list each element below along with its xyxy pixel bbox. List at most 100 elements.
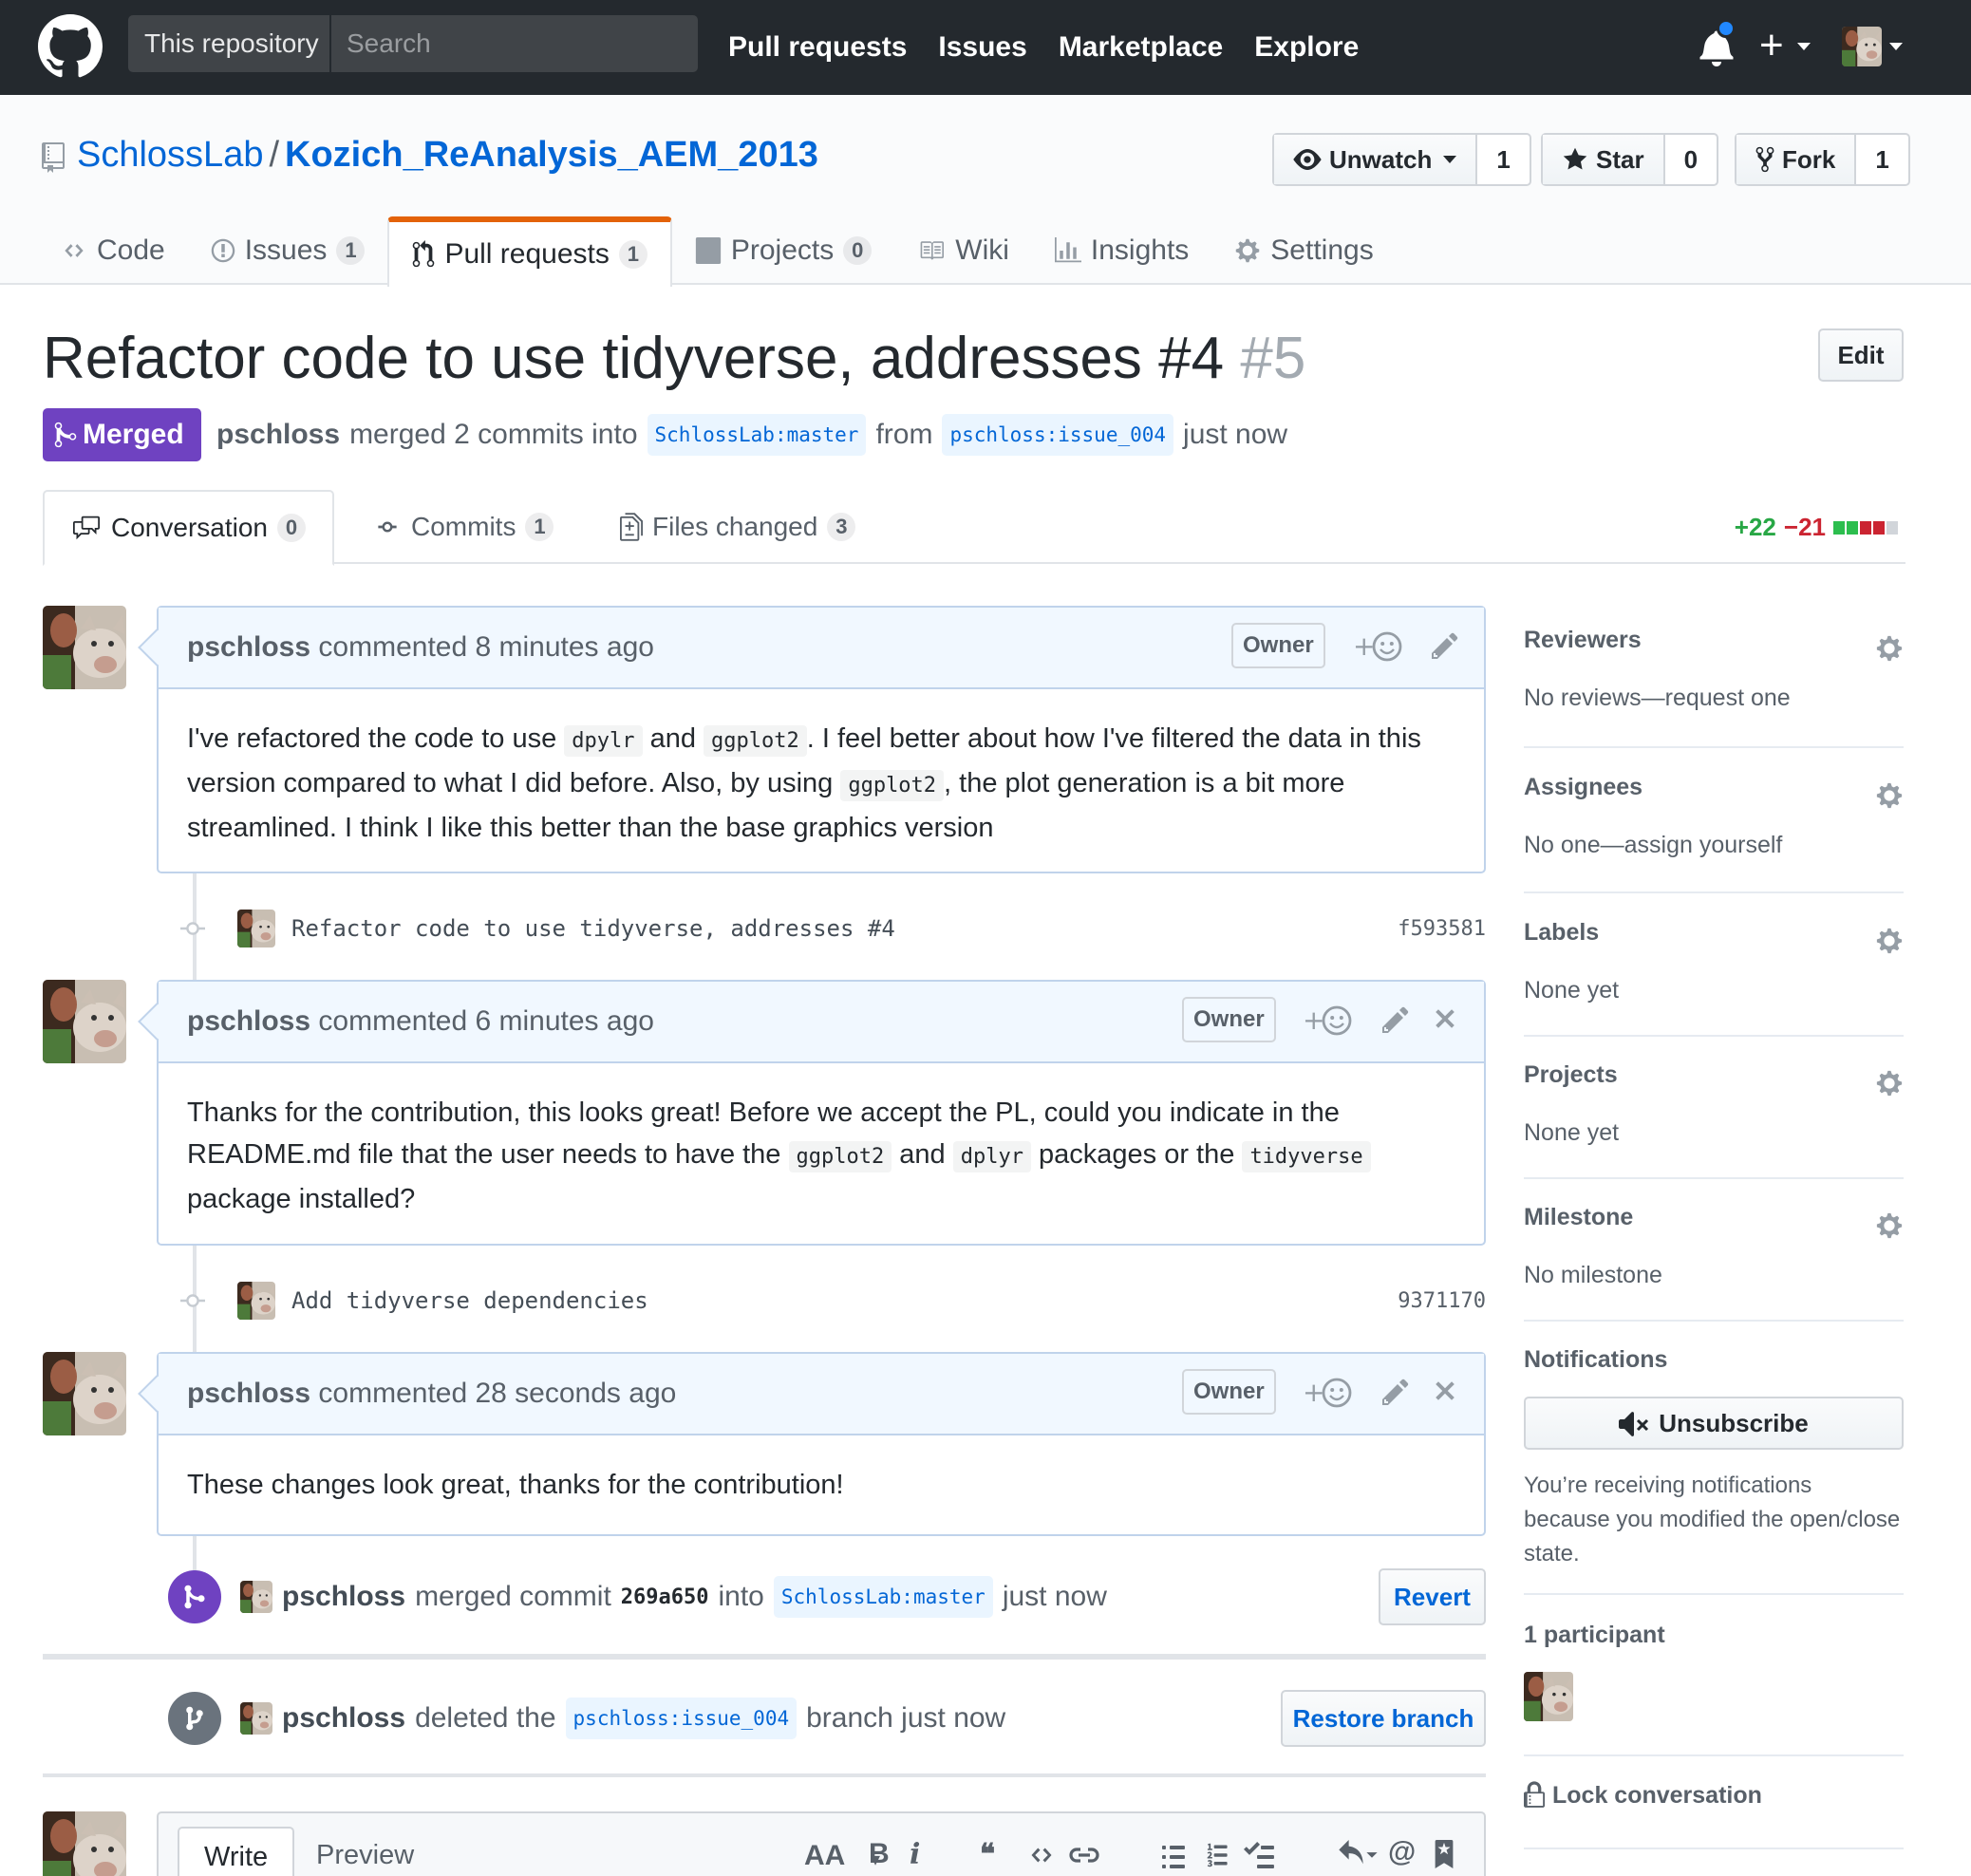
avatar[interactable] [237,910,275,947]
comment-timestamp[interactable]: commented 6 minutes ago [318,1005,654,1038]
lock-conversation-link[interactable]: Lock conversation [1524,1781,1904,1810]
reply-icon[interactable] [1337,1840,1379,1868]
add-reaction-icon[interactable]: + [1303,1377,1354,1409]
tab-projects[interactable]: Projects 0 [672,216,894,285]
merge-target-branch[interactable]: SchlossLab:master [773,1576,993,1618]
base-branch[interactable]: SchlossLab:master [647,414,867,456]
issues-count-badge: 1 [336,236,366,265]
commit-message-link[interactable]: Refactor code to use tidyverse, addresse… [291,915,895,942]
mention-icon[interactable]: @ [1388,1836,1416,1868]
unsubscribe-button[interactable]: Unsubscribe [1524,1397,1904,1450]
reviewers-gear-icon[interactable] [1875,634,1904,663]
tab-pull-requests[interactable]: Pull requests 1 [387,216,672,287]
tab-settings[interactable]: Settings [1211,216,1396,285]
italic-button[interactable]: i [910,1838,920,1871]
projects-gear-icon[interactable] [1875,1069,1904,1097]
tab-files-changed-label: Files changed [652,512,818,541]
participant-avatar[interactable] [1524,1672,1573,1721]
avatar[interactable] [43,606,126,689]
sidebar-projects: Projects None yet [1524,1061,1904,1179]
create-new-caret-icon[interactable] [1797,43,1811,50]
star-button[interactable]: Star [1543,135,1665,184]
tab-preview[interactable]: Preview [291,1827,439,1876]
link-icon[interactable] [1069,1844,1099,1867]
repo-owner-link[interactable]: SchlossLab [77,135,263,175]
labels-gear-icon[interactable] [1875,927,1904,955]
commit-message-link[interactable]: Add tidyverse dependencies [291,1287,648,1314]
create-new-plus-icon[interactable]: + [1759,21,1784,70]
nav-marketplace[interactable]: Marketplace [1059,31,1223,64]
delete-event-time[interactable]: branch just now [806,1702,1005,1735]
deleted-branch[interactable]: pschloss:issue_004 [565,1698,798,1739]
tab-insights[interactable]: Insights [1032,216,1211,285]
edit-pencil-icon[interactable] [1431,630,1459,661]
delete-x-icon[interactable] [1433,1377,1457,1405]
assignees-value[interactable]: No one—assign yourself [1524,832,1904,859]
pr-author-link[interactable]: pschloss [216,419,340,451]
tab-wiki[interactable]: Wiki [894,216,1032,285]
event-author-link[interactable]: pschloss [282,1581,405,1613]
commit-sha-link[interactable]: 9371170 [1398,1289,1486,1313]
restore-branch-button[interactable]: Restore branch [1281,1690,1486,1747]
comment-timestamp[interactable]: commented 28 seconds ago [318,1378,676,1410]
nav-explore[interactable]: Explore [1254,31,1359,64]
watch-button-group: Unwatch 1 [1272,133,1531,186]
github-logo-icon[interactable] [38,14,103,79]
add-reaction-icon[interactable]: + [1353,630,1404,663]
watchers-count[interactable]: 1 [1477,135,1529,184]
commit-sha-link[interactable]: f593581 [1398,917,1486,941]
event-author-link[interactable]: pschloss [282,1702,405,1735]
quote-icon[interactable]: ❝ [980,1838,995,1871]
unordered-list-icon[interactable] [1160,1842,1187,1868]
unwatch-button[interactable]: Unwatch [1274,135,1478,184]
tab-files-changed[interactable]: Files changed 3 [620,490,856,564]
stargazers-count[interactable]: 0 [1665,135,1717,184]
edit-pencil-icon[interactable] [1381,1004,1410,1035]
tab-conversation[interactable]: Conversation 0 [43,490,334,566]
bold-button[interactable]: B [869,1838,890,1870]
eye-icon [1293,149,1322,170]
milestone-gear-icon[interactable] [1875,1211,1904,1240]
merged-commits-text: merged 2 commits into [349,419,638,450]
sidebar-milestone: Milestone No milestone [1524,1204,1904,1322]
code-icon[interactable] [1027,1844,1056,1867]
repo-name-link[interactable]: Kozich_ReAnalysis_AEM_2013 [285,135,818,175]
mute-icon [1619,1410,1649,1436]
reviewers-value[interactable]: No reviews—request one [1524,685,1904,712]
revert-button[interactable]: Revert [1379,1568,1486,1625]
merge-event-time[interactable]: just now [1003,1581,1107,1613]
edit-pencil-icon[interactable] [1381,1377,1410,1407]
nav-pull-requests[interactable]: Pull requests [728,31,907,64]
nav-issues[interactable]: Issues [938,31,1026,64]
user-avatar[interactable] [1842,27,1882,66]
tab-issues[interactable]: Issues 1 [188,216,388,285]
fork-button[interactable]: Fork [1736,135,1857,184]
edit-title-button[interactable]: Edit [1818,328,1904,382]
tab-code[interactable]: Code [38,216,188,285]
search-scope-label[interactable]: This repository [128,15,331,72]
head-branch[interactable]: pschloss:issue_004 [942,414,1174,456]
comment-author-link[interactable]: pschloss [187,631,310,664]
forks-count[interactable]: 1 [1856,135,1907,184]
merge-commit-sha-link[interactable]: 269a650 [621,1585,709,1609]
add-reaction-icon[interactable]: + [1303,1004,1354,1037]
assignees-gear-icon[interactable] [1875,781,1904,810]
tab-write[interactable]: Write [178,1827,295,1876]
comment-timestamp[interactable]: commented 8 minutes ago [318,631,654,664]
delete-x-icon[interactable] [1433,1004,1457,1033]
comment-author-link[interactable]: pschloss [187,1005,310,1038]
comment-author-link[interactable]: pschloss [187,1378,310,1410]
avatar[interactable] [240,1702,272,1735]
avatar[interactable] [43,1352,126,1435]
search-input[interactable] [331,15,698,72]
avatar[interactable] [237,1282,275,1320]
diffstat[interactable]: +22 −21 [1735,513,1898,542]
saved-reply-bookmark-icon[interactable] [1434,1840,1455,1868]
ordered-list-icon[interactable] [1204,1842,1232,1868]
avatar[interactable] [43,980,126,1063]
avatar[interactable] [240,1581,272,1613]
user-menu-caret-icon[interactable] [1889,43,1903,50]
tab-commits[interactable]: Commits 1 [373,490,554,564]
task-list-icon[interactable] [1244,1842,1274,1868]
text-size-button[interactable]: AA [804,1840,845,1872]
